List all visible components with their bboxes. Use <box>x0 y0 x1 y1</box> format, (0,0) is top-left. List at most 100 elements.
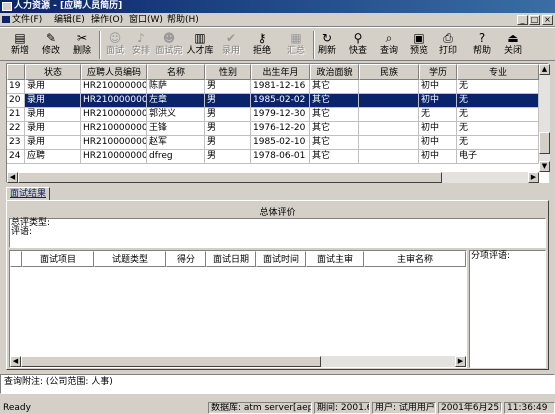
tab-interview-result[interactable]: 面试结果 <box>6 187 51 201</box>
column-header[interactable]: 试题类型 <box>94 251 166 267</box>
column-header[interactable]: 主审名称 <box>364 251 466 267</box>
table-row[interactable]: 20录用HR2100000000021左章男1985-02-02其它 初中无 <box>7 94 539 108</box>
table-cell[interactable]: 陈萨 <box>147 80 205 94</box>
table-cell[interactable]: 1981-12-16 <box>251 80 310 94</box>
scroll-right-icon[interactable]: ▶ <box>455 356 466 367</box>
table-row[interactable]: 23录用HR2100000000024赵军男1985-02-10其它 初中无 <box>7 136 539 150</box>
scroll-down-icon[interactable]: ▼ <box>539 161 550 172</box>
column-header[interactable]: 专业 <box>457 64 539 80</box>
column-header[interactable]: 面试主审 <box>306 251 364 267</box>
column-header[interactable]: 名称 <box>147 64 205 80</box>
table-cell[interactable]: 应聘 <box>25 150 81 164</box>
scroll-left-icon[interactable]: ◀ <box>10 356 21 367</box>
column-header[interactable]: 政治面貌 <box>310 64 359 80</box>
table-cell[interactable]: 录用 <box>25 122 81 136</box>
table-cell[interactable]: 左章 <box>147 94 205 108</box>
scroll-right-icon[interactable]: ▶ <box>528 172 539 183</box>
table-cell[interactable] <box>359 94 419 108</box>
column-header[interactable]: 出生年月 <box>251 64 310 80</box>
table-cell[interactable]: HR2100000000023 <box>81 122 147 136</box>
table-cell[interactable] <box>359 108 419 122</box>
toolbar-button-8[interactable]: ⚷ 拒绝 <box>248 30 276 60</box>
toolbar-button-1[interactable]: ✎ 修改 <box>37 30 65 60</box>
table-cell[interactable]: 电子 <box>457 150 539 164</box>
menu-window[interactable]: 窗口(W) <box>129 14 163 26</box>
summary-box[interactable]: 总评类型: 评语: <box>9 218 546 248</box>
table-cell[interactable]: 郭洪义 <box>147 108 205 122</box>
menu-operation[interactable]: 操作(O) <box>91 14 123 26</box>
table-cell[interactable]: 赵军 <box>147 136 205 150</box>
column-header[interactable]: 得分 <box>166 251 206 267</box>
table-cell[interactable]: 无 <box>419 108 457 122</box>
toolbar-button-9[interactable]: ▦ 汇总 <box>282 30 310 60</box>
table-cell[interactable]: 男 <box>205 136 251 150</box>
table-cell[interactable] <box>359 136 419 150</box>
column-header[interactable]: 面试时间 <box>256 251 306 267</box>
table-cell[interactable]: 初中 <box>419 150 457 164</box>
column-header[interactable]: 性别 <box>205 64 251 80</box>
table-cell[interactable]: 男 <box>205 150 251 164</box>
column-header[interactable]: 状态 <box>25 64 81 80</box>
table-cell[interactable]: 无 <box>457 80 539 94</box>
toolbar-button-6[interactable]: ▥ 人才库 <box>186 30 214 60</box>
table-cell[interactable]: 其它 <box>310 150 359 164</box>
menu-edit[interactable]: 编辑(E) <box>54 14 85 26</box>
table-cell[interactable]: 初中 <box>419 80 457 94</box>
table-cell[interactable]: 其它 <box>310 80 359 94</box>
toolbar-button-0[interactable]: ▤ 新增 <box>6 30 34 60</box>
toolbar-button-15[interactable]: ? 帮助 <box>468 30 496 60</box>
minimize-button[interactable]: _ <box>517 15 528 25</box>
table-cell[interactable]: 其它 <box>310 94 359 108</box>
table-cell[interactable]: 王锋 <box>147 122 205 136</box>
toolbar-button-5[interactable]: ☻ 面试完 <box>155 30 183 60</box>
toolbar-button-12[interactable]: ⌕ 查询 <box>375 30 403 60</box>
column-header[interactable]: 面试日期 <box>206 251 256 267</box>
toolbar-button-3[interactable]: ☺ 面试 <box>101 30 129 60</box>
table-cell[interactable]: 1976-12-20 <box>251 122 310 136</box>
table-cell[interactable]: 1985-02-10 <box>251 136 310 150</box>
table-cell[interactable]: 录用 <box>25 108 81 122</box>
table-cell[interactable]: 录用 <box>25 80 81 94</box>
toolbar-button-11[interactable]: ⚲ 快查 <box>344 30 372 60</box>
grid-horizontal-scrollbar[interactable]: ◀ ▶ <box>7 172 539 183</box>
item-comment-box[interactable]: 分项评语: <box>469 250 546 368</box>
toolbar-button-4[interactable]: ♪ 安排 <box>127 30 155 60</box>
horizontal-scroll-thumb[interactable] <box>18 172 442 183</box>
table-cell[interactable]: 录用 <box>25 136 81 150</box>
table-cell[interactable]: 男 <box>205 94 251 108</box>
close-window-button[interactable]: × <box>542 15 553 25</box>
table-cell[interactable]: 1979-12-30 <box>251 108 310 122</box>
table-cell[interactable]: dfreg <box>147 150 205 164</box>
menu-file[interactable]: 文件(F) <box>1 14 42 26</box>
column-header[interactable]: 应聘人员编码 <box>81 64 147 80</box>
toolbar-button-16[interactable]: ⏏ 关闭 <box>499 30 527 60</box>
table-cell[interactable]: 无 <box>457 94 539 108</box>
toolbar-button-14[interactable]: ⎙ 打印 <box>434 30 462 60</box>
table-cell[interactable]: 男 <box>205 108 251 122</box>
table-cell[interactable]: 无 <box>457 136 539 150</box>
toolbar-button-10[interactable]: ↻ 刷新 <box>313 30 341 60</box>
toolbar-button-13[interactable]: ▣ 预览 <box>405 30 433 60</box>
table-row[interactable]: 22录用HR2100000000023王锋男1976-12-20其它 初中无 <box>7 122 539 136</box>
scroll-left-icon[interactable]: ◀ <box>7 172 18 183</box>
column-header[interactable]: 面试项目 <box>22 251 94 267</box>
table-cell[interactable]: HR2100000000021 <box>81 94 147 108</box>
table-row[interactable]: 19录用HR2100000000020陈萨男1981-12-16其它 初中无 <box>7 80 539 94</box>
toolbar-button-2[interactable]: ✂ 删除 <box>68 30 96 60</box>
table-cell[interactable]: 录用 <box>25 94 81 108</box>
table-cell[interactable]: HR2100000000020 <box>81 80 147 94</box>
table-cell[interactable]: 无 <box>457 122 539 136</box>
table-cell[interactable]: 初中 <box>419 94 457 108</box>
table-cell[interactable]: 其它 <box>310 136 359 150</box>
column-header[interactable]: 民族 <box>359 64 419 80</box>
grid-vertical-scrollbar[interactable]: ▲ ▼ <box>539 64 550 172</box>
table-cell[interactable]: HR2100000000024 <box>81 136 147 150</box>
table-cell[interactable]: 1985-02-02 <box>251 94 310 108</box>
table-cell[interactable] <box>359 150 419 164</box>
column-header[interactable]: 学历 <box>419 64 457 80</box>
interview-horizontal-scrollbar[interactable]: ◀ ▶ <box>10 356 466 367</box>
table-cell[interactable]: 其它 <box>310 108 359 122</box>
table-cell[interactable]: 1978-06-01 <box>251 150 310 164</box>
restore-button[interactable]: □ <box>529 15 540 25</box>
table-cell[interactable]: 男 <box>205 122 251 136</box>
